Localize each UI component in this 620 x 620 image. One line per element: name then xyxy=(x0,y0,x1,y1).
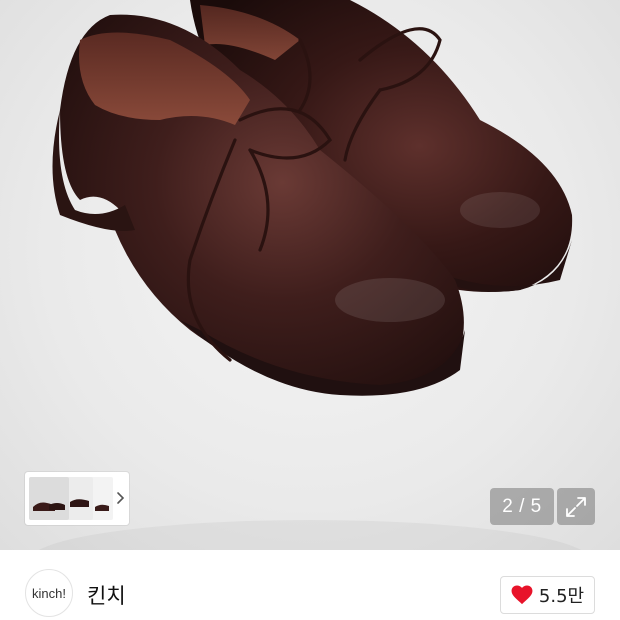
thumbnail-1[interactable] xyxy=(29,477,69,520)
product-photo xyxy=(38,0,582,550)
product-image-gallery[interactable]: 2 / 5 xyxy=(0,0,620,550)
shop-name[interactable]: 킨치 xyxy=(87,580,126,610)
image-counter: 2 / 5 xyxy=(490,488,554,525)
chevron-right-icon[interactable] xyxy=(115,488,127,508)
like-button[interactable]: 5.5만 xyxy=(500,576,595,614)
thumbnail-strip[interactable] xyxy=(25,472,129,525)
shop-info-bar: kinch! 킨치 5.5만 xyxy=(0,550,620,620)
like-count: 5.5만 xyxy=(538,586,585,607)
fullscreen-button[interactable] xyxy=(557,488,595,525)
thumbnail-3[interactable] xyxy=(91,477,113,520)
shop-avatar[interactable]: kinch! xyxy=(25,569,73,617)
thumbnail-2[interactable] xyxy=(67,477,93,520)
heart-icon xyxy=(511,585,533,605)
expand-icon xyxy=(566,497,586,517)
